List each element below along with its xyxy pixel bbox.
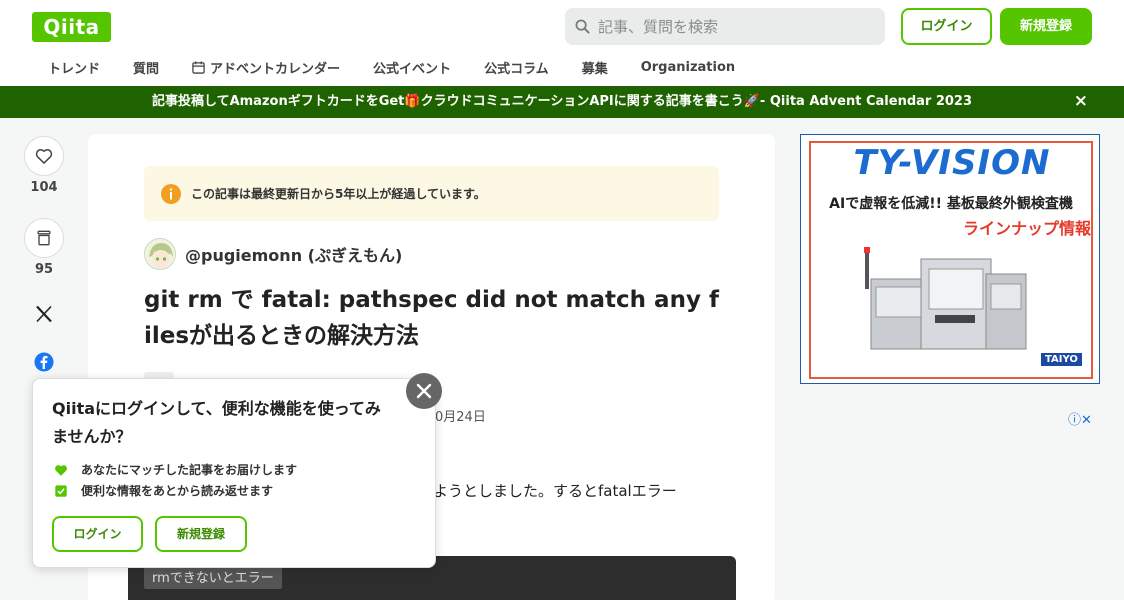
like-button[interactable] <box>24 136 64 176</box>
stock-button[interactable] <box>24 218 64 258</box>
popup-title: Qiitaにログインして、便利な機能を使ってみませんか？ <box>52 399 381 446</box>
article-body-text: しようとしました。するとfatalエラー <box>418 482 677 500</box>
login-prompt-popup: Qiitaにログインして、便利な機能を使ってみませんか？ あなたにマッチした記事… <box>32 378 436 568</box>
outdated-notice: この記事は最終更新日から5年以上が経過しています。 <box>144 166 719 221</box>
nav-advent-calendar[interactable]: アドベントカレンダー <box>192 56 340 78</box>
popup-benefit-2: 便利な情報をあとから読み返せます <box>54 482 273 499</box>
author-name[interactable]: @pugiemonn (ぷぎえもん) <box>185 242 402 266</box>
article-actions: 104 95 <box>24 136 64 372</box>
ad-logo: TY-VISION <box>853 143 1051 183</box>
article-title: git rm で fatal: pathspec did not match a… <box>144 287 719 349</box>
check-icon <box>55 484 67 497</box>
x-share-icon[interactable] <box>34 304 54 324</box>
nav-trend[interactable]: トレンド <box>48 56 100 78</box>
signup-button[interactable]: 新規登録 <box>1000 8 1092 45</box>
search-icon <box>575 19 590 34</box>
advertisement[interactable]: TY-VISION AIで虚報を低減!! 基板最終外観検査機 ラインナップ情報 … <box>800 134 1100 384</box>
search-box[interactable] <box>565 8 885 45</box>
ad-headline: AIで虚報を低減!! 基板最終外観検査機 <box>829 196 1073 212</box>
nav-official-columns[interactable]: 公式コラム <box>484 56 549 78</box>
banner-text[interactable]: 記事投稿してAmazonギフトカードをGet🎁クラウドコミュニケーションAPIに… <box>152 94 972 109</box>
main-nav: トレンド 質問 アドベントカレンダー 公式イベント 公式コラム 募集 Organ… <box>32 56 768 78</box>
nav-official-events[interactable]: 公式イベント <box>373 56 451 78</box>
close-icon <box>416 383 432 399</box>
popup-signup-button[interactable]: 新規登録 <box>155 516 247 552</box>
info-icon <box>161 183 181 204</box>
nav-advent-calendar-label: アドベントカレンダー <box>210 61 341 77</box>
login-button[interactable]: ログイン <box>901 8 992 45</box>
ad-info-close-icon[interactable]: ⓘ✕ <box>1068 409 1092 428</box>
popup-login-button[interactable]: ログイン <box>52 516 143 552</box>
nav-recruitment[interactable]: 募集 <box>582 56 608 78</box>
posted-date: 0月24日 <box>435 410 486 425</box>
qiita-logo[interactable]: Qiita <box>32 12 111 42</box>
search-input[interactable] <box>598 17 868 36</box>
notice-text: この記事は最終更新日から5年以上が経過しています。 <box>191 187 486 201</box>
green-heart-icon <box>55 464 67 476</box>
site-header: Qiita ログイン 新規登録 トレンド 質問 アドベントカレンダー 公式イベン… <box>0 0 1124 86</box>
avatar-illustration <box>145 239 175 269</box>
calendar-icon <box>192 60 205 74</box>
popup-benefit-1-text: あなたにマッチした記事をお届けします <box>81 463 298 477</box>
facebook-share-icon[interactable] <box>34 352 54 372</box>
popup-benefit-1: あなたにマッチした記事をお届けします <box>54 461 297 478</box>
ad-machine-image <box>864 247 1027 350</box>
banner-close-icon[interactable]: × <box>1074 86 1088 116</box>
popup-close-button[interactable] <box>406 373 442 409</box>
like-count: 104 <box>30 180 58 195</box>
nav-questions[interactable]: 質問 <box>133 56 159 78</box>
author-info[interactable]: @pugiemonn (ぷぎえもん) <box>144 238 402 270</box>
author-avatar[interactable] <box>144 238 176 270</box>
heart-icon <box>35 149 53 164</box>
ad-subheadline: ラインナップ情報 <box>962 219 1091 238</box>
ad-brand: TAIYO <box>1041 353 1082 366</box>
stock-count: 95 <box>34 262 54 277</box>
stock-icon <box>37 230 51 246</box>
nav-organization[interactable]: Organization <box>641 56 735 78</box>
popup-benefit-2-text: 便利な情報をあとから読み返せます <box>81 484 274 498</box>
campaign-banner[interactable]: 記事投稿してAmazonギフトカードをGet🎁クラウドコミュニケーションAPIに… <box>0 86 1124 118</box>
